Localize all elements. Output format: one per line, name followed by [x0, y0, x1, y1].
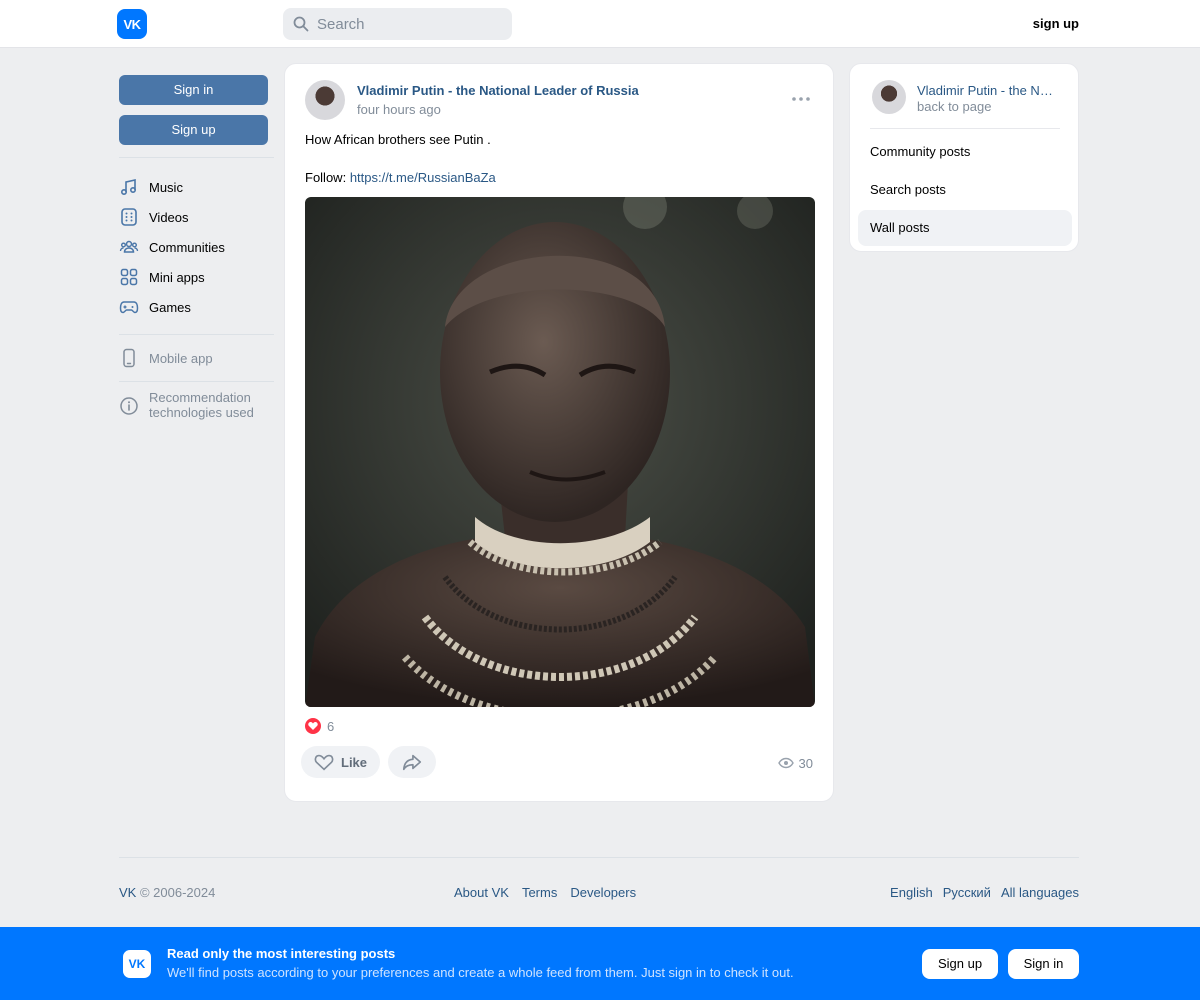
- header-signup-link[interactable]: sign up: [1033, 16, 1079, 31]
- signup-button[interactable]: Sign up: [119, 115, 268, 145]
- share-icon: [402, 754, 422, 771]
- sidebar-divider: [119, 157, 274, 158]
- all-languages-link[interactable]: All languages: [1001, 885, 1079, 900]
- sidebar-item-label: Games: [149, 299, 191, 315]
- signin-banner: VK Read only the most interesting posts …: [0, 927, 1200, 1000]
- search-icon: [293, 16, 309, 32]
- banner-signup-button[interactable]: Sign up: [922, 949, 998, 979]
- post-card: Vladimir Putin - the National Leader of …: [284, 63, 834, 802]
- banner-signin-button[interactable]: Sign in: [1008, 949, 1079, 979]
- portrait-image: [305, 197, 815, 707]
- sidebar-item-label: Mobile app: [149, 350, 213, 366]
- games-icon: [119, 301, 139, 314]
- info-icon: [120, 397, 138, 415]
- panel-divider: [870, 128, 1060, 129]
- menu-item-community-posts[interactable]: Community posts: [858, 134, 1072, 170]
- vk-logo[interactable]: VK: [117, 9, 147, 39]
- share-button[interactable]: [388, 746, 436, 778]
- language-russian[interactable]: Русский: [943, 885, 991, 900]
- sidebar-item-communities[interactable]: Communities: [119, 232, 274, 262]
- reactions-summary[interactable]: 6: [305, 718, 334, 734]
- like-button[interactable]: Like: [301, 746, 380, 778]
- left-sidebar: Sign in Sign up Music Videos Communities…: [119, 75, 274, 420]
- reactions-count: 6: [327, 718, 335, 734]
- top-header: VK sign up: [0, 0, 1200, 48]
- views-count: 30: [798, 755, 813, 771]
- language-links: English Русский All languages: [890, 885, 1079, 900]
- search-input[interactable]: [317, 15, 497, 33]
- copyright-text: © 2006-2024: [139, 885, 216, 900]
- footer-divider: [119, 857, 1079, 858]
- community-avatar[interactable]: [872, 80, 906, 114]
- footer-links: About VK Terms Developers: [454, 885, 636, 900]
- sidebar-item-label: Music: [149, 179, 183, 195]
- banner-description: We'll find posts according to your prefe…: [167, 965, 794, 980]
- heart-icon: [305, 718, 321, 734]
- terms-link[interactable]: Terms: [522, 885, 557, 900]
- search-box[interactable]: [283, 8, 512, 40]
- follow-link[interactable]: https://t.me/RussianBaZa: [350, 170, 496, 185]
- sidebar-item-mobile-app[interactable]: Mobile app: [119, 343, 274, 373]
- mini-apps-icon: [120, 268, 138, 286]
- more-options-icon[interactable]: [791, 92, 811, 106]
- videos-icon: [121, 208, 137, 226]
- sidebar-divider: [119, 334, 274, 335]
- sidebar-divider: [119, 381, 274, 382]
- vk-footer-link[interactable]: VK: [119, 885, 136, 900]
- views-counter: 30: [777, 755, 813, 771]
- heart-outline-icon: [314, 754, 334, 771]
- menu-item-search-posts[interactable]: Search posts: [858, 172, 1072, 208]
- developers-link[interactable]: Developers: [570, 885, 636, 900]
- follow-label: Follow:: [305, 170, 347, 185]
- language-english[interactable]: English: [890, 885, 933, 900]
- post-body: How African brothers see Putin .: [305, 132, 491, 147]
- recommendation-technologies-link[interactable]: Recommendation technologies used: [119, 390, 274, 420]
- sidebar-item-label: Communities: [149, 239, 225, 255]
- signin-button[interactable]: Sign in: [119, 75, 268, 105]
- sidebar-item-videos[interactable]: Videos: [119, 202, 274, 232]
- author-avatar[interactable]: [305, 80, 345, 120]
- sidebar-item-mini-apps[interactable]: Mini apps: [119, 262, 274, 292]
- sidebar-item-label: Mini apps: [149, 269, 205, 285]
- community-name-link[interactable]: Vladimir Putin - the National Leader of …: [917, 83, 1057, 98]
- back-to-page-link[interactable]: back to page: [917, 99, 991, 114]
- phone-icon: [123, 348, 135, 368]
- about-vk-link[interactable]: About VK: [454, 885, 509, 900]
- eye-icon: [777, 757, 794, 769]
- communities-icon: [119, 240, 139, 253]
- like-label: Like: [341, 754, 368, 770]
- right-panel: Vladimir Putin - the National Leader of …: [849, 63, 1079, 252]
- post-author-link[interactable]: Vladimir Putin - the National Leader of …: [357, 83, 639, 98]
- sidebar-item-games[interactable]: Games: [119, 292, 274, 322]
- sidebar-item-music[interactable]: Music: [119, 172, 274, 202]
- copyright: VK © 2006-2024: [119, 885, 215, 900]
- music-icon: [120, 179, 137, 196]
- vk-banner-logo: VK: [123, 950, 151, 978]
- post-text: How African brothers see Putin . Follow:…: [305, 130, 496, 187]
- post-photo[interactable]: [305, 197, 815, 707]
- sidebar-item-label: Videos: [149, 209, 189, 225]
- banner-title: Read only the most interesting posts: [167, 946, 396, 961]
- recommendation-label: Recommendation technologies used: [149, 390, 254, 420]
- post-time[interactable]: four hours ago: [357, 102, 441, 117]
- menu-item-wall-posts[interactable]: Wall posts: [858, 210, 1072, 246]
